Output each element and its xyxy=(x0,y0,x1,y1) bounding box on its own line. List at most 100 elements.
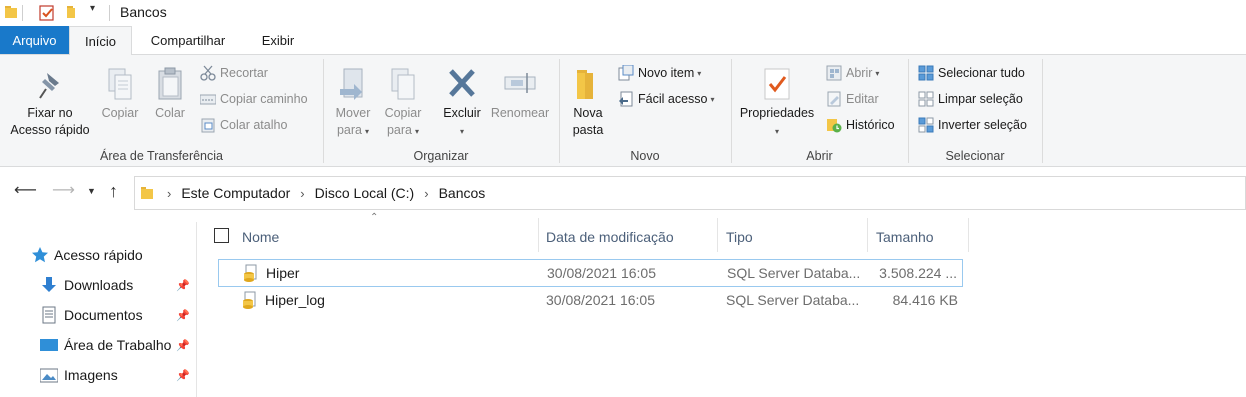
organize-group-label: Organizar xyxy=(413,149,469,163)
rename-icon xyxy=(504,73,536,93)
copy-to-button[interactable]: Copiar para ▾ xyxy=(380,67,426,140)
nav-quick-access[interactable]: Acesso rápido xyxy=(0,241,196,269)
select-all-checkbox[interactable] xyxy=(214,228,229,243)
star-icon xyxy=(32,247,48,263)
new-group-label: Novo xyxy=(630,149,660,163)
tab-home[interactable]: Início xyxy=(69,26,132,55)
sort-ascending-icon: ⌃ xyxy=(370,212,379,223)
paste-button[interactable]: Colar xyxy=(148,67,192,122)
file-type: SQL Server Databa... xyxy=(727,265,861,281)
file-name: Hiper_log xyxy=(265,292,325,308)
select-none-button[interactable]: Limpar seleção xyxy=(918,89,1023,109)
back-button[interactable]: ⟵ xyxy=(14,180,37,200)
open-button[interactable]: Abrir ▾ xyxy=(826,63,879,83)
chevron-right-icon[interactable]: › xyxy=(167,186,171,201)
chevron-right-icon[interactable]: › xyxy=(424,186,428,201)
ribbon: Fixar no Acesso rápido Copiar Colar Reco… xyxy=(0,54,1246,167)
column-header-date[interactable]: Data de modificação xyxy=(546,224,674,250)
recent-locations-icon[interactable]: ▼ xyxy=(87,186,96,196)
move-to-button[interactable]: Mover para ▾ xyxy=(330,67,376,140)
forward-button[interactable]: ⟶ xyxy=(52,180,75,200)
file-size: 3.508.224 ... xyxy=(879,265,957,281)
edit-button[interactable]: Editar xyxy=(826,89,879,109)
pin-icon[interactable]: 📌 xyxy=(176,279,190,292)
select-all-icon xyxy=(918,65,934,81)
file-row-hiper[interactable]: Hiper 30/08/2021 16:05 SQL Server Databa… xyxy=(218,259,963,287)
copy-icon xyxy=(108,68,132,100)
database-file-icon xyxy=(243,291,256,309)
properties-quick-icon[interactable] xyxy=(38,4,56,22)
navigation-pane: Acesso rápido Downloads 📌 Documentos 📌 Á… xyxy=(0,222,197,397)
title-bar: ▾ Bancos xyxy=(0,0,1246,26)
delete-x-icon xyxy=(449,69,475,97)
ribbon-tabs: Arquivo Início Compartilhar Exibir xyxy=(0,26,1246,55)
invert-selection-icon xyxy=(918,117,934,133)
nav-downloads[interactable]: Downloads 📌 xyxy=(0,271,196,299)
copy-to-icon xyxy=(391,68,415,100)
column-header-type[interactable]: Tipo xyxy=(726,224,753,250)
scissors-icon xyxy=(200,65,216,81)
database-file-icon xyxy=(244,264,257,282)
new-item-icon xyxy=(618,65,634,81)
new-item-button[interactable]: Novo item ▾ xyxy=(618,63,701,83)
easy-access-icon xyxy=(619,91,633,107)
new-folder-icon xyxy=(577,70,593,99)
paste-icon xyxy=(158,67,182,100)
download-icon xyxy=(42,277,56,292)
file-row-hiper-log[interactable]: Hiper_log 30/08/2021 16:05 SQL Server Da… xyxy=(218,287,963,315)
copy-button[interactable]: Copiar xyxy=(98,67,142,122)
new-folder-quick-icon[interactable] xyxy=(64,4,80,20)
customize-quick-access-icon[interactable]: ▾ xyxy=(90,3,95,14)
desktop-icon xyxy=(40,339,58,351)
pin-quick-access-button[interactable]: Fixar no Acesso rápido xyxy=(4,67,96,139)
rename-button[interactable]: Renomear xyxy=(488,67,552,122)
history-icon xyxy=(827,119,842,133)
file-name: Hiper xyxy=(266,265,300,281)
properties-icon xyxy=(764,68,790,100)
select-none-icon xyxy=(918,91,934,107)
file-type: SQL Server Databa... xyxy=(726,292,860,308)
copy-path-icon xyxy=(200,94,216,105)
copy-path-button[interactable]: Copiar caminho xyxy=(200,89,308,109)
breadcrumb-bancos[interactable]: Bancos xyxy=(439,185,486,201)
open-group-label: Abrir xyxy=(806,149,833,163)
nav-desktop[interactable]: Área de Trabalho 📌 xyxy=(0,331,196,359)
pictures-icon xyxy=(40,368,58,383)
folder-icon xyxy=(5,6,17,18)
edit-icon xyxy=(827,91,841,107)
file-date: 30/08/2021 16:05 xyxy=(546,292,655,308)
window-title: Bancos xyxy=(120,4,167,20)
nav-documents[interactable]: Documentos 📌 xyxy=(0,301,196,329)
pin-icon[interactable]: 📌 xyxy=(176,309,190,322)
up-button[interactable]: ↑ xyxy=(109,181,118,202)
invert-selection-button[interactable]: Inverter seleção xyxy=(918,115,1027,135)
address-bar[interactable]: › Este Computador › Disco Local (C:) › B… xyxy=(134,176,1246,210)
breadcrumb-this-pc[interactable]: Este Computador xyxy=(181,185,290,201)
new-folder-button[interactable]: Nova pasta xyxy=(566,67,610,139)
tab-file[interactable]: Arquivo xyxy=(0,26,69,54)
file-size: 84.416 KB xyxy=(892,292,958,308)
paste-shortcut-button[interactable]: Colar atalho xyxy=(200,115,287,135)
open-icon xyxy=(826,65,842,81)
tab-view[interactable]: Exibir xyxy=(250,26,306,54)
history-button[interactable]: Histórico xyxy=(826,115,895,135)
pin-icon[interactable]: 📌 xyxy=(176,339,190,352)
nav-pictures[interactable]: Imagens 📌 xyxy=(0,361,196,389)
properties-button[interactable]: Propriedades ▾ xyxy=(734,67,820,140)
file-date: 30/08/2021 16:05 xyxy=(547,265,656,281)
cut-button[interactable]: Recortar xyxy=(200,63,268,83)
folder-icon xyxy=(141,187,153,199)
breadcrumb-local-disk[interactable]: Disco Local (C:) xyxy=(315,185,415,201)
column-header-name[interactable]: Nome xyxy=(242,224,279,250)
pin-icon[interactable]: 📌 xyxy=(176,369,190,382)
clipboard-group-label: Área de Transferência xyxy=(100,149,223,163)
column-header-size[interactable]: Tamanho xyxy=(876,224,934,250)
easy-access-button[interactable]: Fácil acesso ▾ xyxy=(618,89,715,109)
select-group-label: Selecionar xyxy=(945,149,1005,163)
move-to-icon xyxy=(340,68,363,100)
select-all-button[interactable]: Selecionar tudo xyxy=(918,63,1025,83)
chevron-right-icon[interactable]: › xyxy=(300,186,304,201)
pin-icon xyxy=(39,73,59,99)
tab-share[interactable]: Compartilhar xyxy=(140,26,236,54)
delete-button[interactable]: Excluir ▾ xyxy=(440,67,484,140)
